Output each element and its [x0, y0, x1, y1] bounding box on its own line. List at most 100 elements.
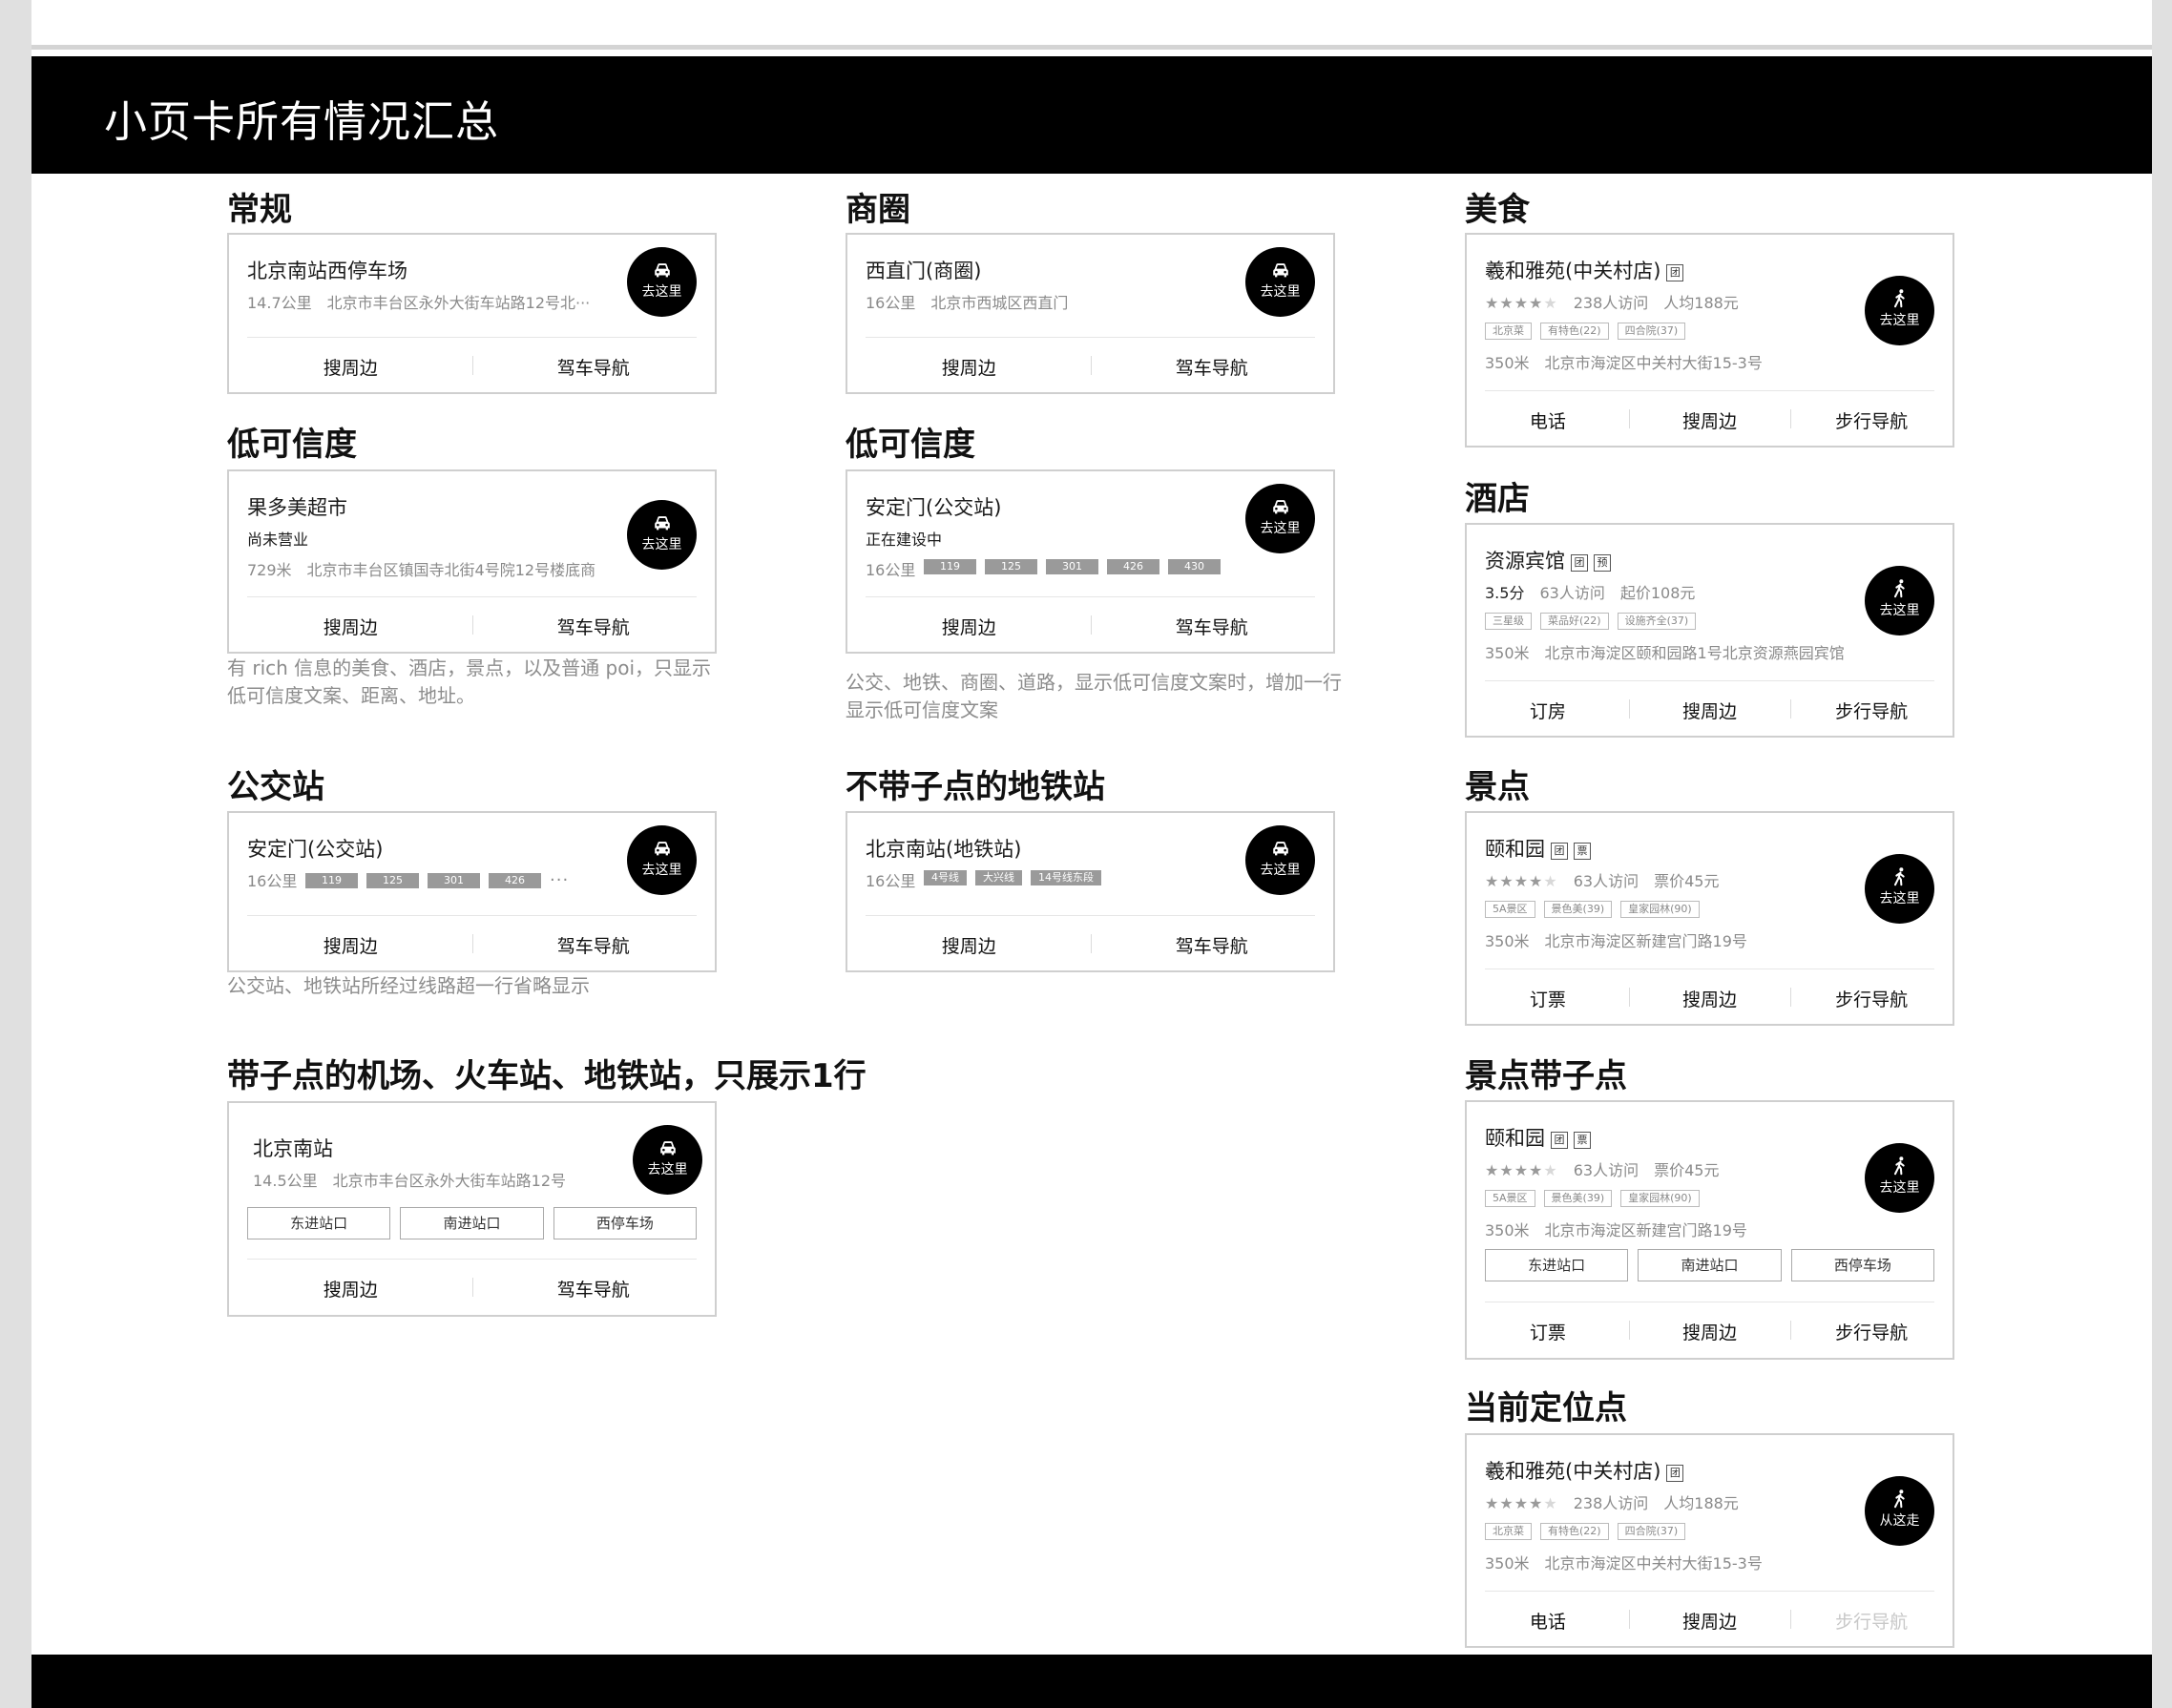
go-here-button[interactable]: 去这里 [1245, 825, 1315, 895]
go-here-button[interactable]: 去这里 [1865, 276, 1934, 345]
price: 起价108元 [1619, 584, 1696, 602]
search-nearby-button[interactable]: 搜周边 [229, 1276, 472, 1302]
card-business-district[interactable]: 西直门(商圈) 16公里 北京市西城区西直门 去这里 搜周边 驾车导航 [846, 233, 1335, 394]
search-nearby-button[interactable]: 搜周边 [229, 614, 472, 639]
tag: 景色美(39) [1543, 1190, 1613, 1207]
reserve-badge: 预 [1594, 554, 1611, 572]
card-actions: 搜周边 驾车导航 [229, 343, 715, 390]
card-station-with-subpoints[interactable]: 北京南站 14.5公里 北京市丰台区永外大街车站路12号 去这里 东进站口 南进站… [227, 1101, 717, 1317]
drive-navigation-button[interactable]: 驾车导航 [471, 614, 716, 639]
poi-name: 北京南站西停车场 [247, 260, 407, 282]
poi-tags: 三星级 菜品好(22) 设施齐全(37) [1485, 613, 1697, 630]
phone-button[interactable]: 电话 [1467, 407, 1629, 433]
line-chip: 大兴线 [975, 870, 1022, 885]
phone-button[interactable]: 电话 [1467, 1608, 1629, 1634]
drive-navigation-button[interactable]: 驾车导航 [471, 932, 716, 958]
walk-navigation-button[interactable]: 步行导航 [1790, 407, 1953, 433]
sub-point-button[interactable]: 南进站口 [1638, 1249, 1782, 1281]
poi-status: 尚未营业 [247, 531, 309, 549]
card-scenic[interactable]: 颐和园团票 ★★★★★ 63人访问 票价45元 5A景区 景色美(39) 皇家园林(… [1465, 811, 1954, 1026]
sub-point-button[interactable]: 东进站口 [1485, 1249, 1629, 1281]
card-actions: 订房 搜周边 步行导航 [1467, 686, 1953, 734]
search-nearby-button[interactable]: 搜周边 [847, 932, 1091, 958]
poi-meta: 729米 北京市丰台区镇国寺北街4号院12号楼底商 [247, 557, 595, 580]
go-here-button[interactable]: 去这里 [627, 500, 697, 570]
sub-point-button[interactable]: 西停车场 [553, 1207, 697, 1239]
search-nearby-button[interactable]: 搜周边 [1628, 986, 1791, 1011]
divider [247, 596, 697, 597]
walk-navigation-button[interactable]: 步行导航 [1790, 986, 1953, 1011]
go-here-button[interactable]: 去这里 [1245, 247, 1315, 317]
poi-address: 北京市西城区西直门 [930, 294, 1069, 312]
search-nearby-button[interactable]: 搜周边 [847, 614, 1091, 639]
drive-navigation-button[interactable]: 驾车导航 [471, 1276, 716, 1302]
card-subway-station[interactable]: 北京南站(地铁站) 16公里 4号线 大兴线 14号线东段 去这里 搜周边 驾车… [846, 811, 1335, 972]
poi-tags: 北京菜 有特色(22) 四合院(37) [1485, 323, 1686, 340]
sub-point-button[interactable]: 西停车场 [1790, 1249, 1934, 1281]
go-here-button[interactable]: 去这里 [1865, 1143, 1934, 1213]
car-icon [1270, 838, 1291, 859]
search-nearby-button[interactable]: 搜周边 [1628, 1319, 1791, 1344]
line-chip: 301 [1046, 559, 1098, 574]
visit-count: 238人访问 [1573, 1494, 1649, 1512]
go-here-button[interactable]: 去这里 [627, 825, 697, 895]
card-hotel[interactable]: 资源宾馆团预 3.5分 63人访问 起价108元 三星级 菜品好(22) 设施齐全(… [1465, 523, 1954, 738]
card-bus-stop[interactable]: 安定门(公交站) 16公里 119 125 301 426 ··· 去这里 搜周… [227, 811, 717, 972]
go-here-button[interactable]: 去这里 [627, 247, 697, 317]
card-low-confidence-poi[interactable]: 果多美超市 尚未营业 729米 北京市丰台区镇国寺北街4号院12号楼底商 去这里 … [227, 469, 717, 654]
section-title-low-confidence: 低可信度 [227, 426, 357, 464]
card-normal[interactable]: 北京南站西停车场 14.7公里 北京市丰台区永外大街车站路12号北··· 去这里 … [227, 233, 717, 394]
poi-meta: 350米 北京市海淀区中关村大街15-3号 [1485, 1551, 1763, 1573]
drive-navigation-button[interactable]: 驾车导航 [1090, 614, 1334, 639]
poi-address: 北京市海淀区新建宫门路19号 [1544, 1221, 1747, 1239]
search-nearby-button[interactable]: 搜周边 [1628, 1608, 1791, 1634]
go-here-button[interactable]: 去这里 [1865, 566, 1934, 635]
card-scenic-subpoints[interactable]: 颐和园团票 ★★★★★ 63人访问 票价45元 5A景区 景色美(39) 皇家园林(… [1465, 1100, 1954, 1360]
line-chip: 119 [924, 559, 976, 574]
search-nearby-button[interactable]: 搜周边 [1628, 698, 1791, 723]
poi-distance: 14.5公里 [253, 1172, 318, 1190]
walk-navigation-button[interactable]: 步行导航 [1790, 1319, 1953, 1344]
section-title-normal: 常规 [227, 191, 292, 229]
search-nearby-button[interactable]: 搜周边 [847, 354, 1091, 380]
divider [866, 596, 1315, 597]
book-ticket-button[interactable]: 订票 [1467, 986, 1629, 1011]
tag: 皇家园林(90) [1620, 901, 1700, 918]
poi-status: 正在建设中 [866, 531, 943, 549]
card-current-location[interactable]: 羲和雅苑(中关村店) 团 ★★★★★ 238人访问 人均188元 北京菜 有特色(22… [1465, 1433, 1954, 1648]
book-room-button[interactable]: 订房 [1467, 698, 1629, 723]
section-title-current-location: 当前定位点 [1465, 1389, 1627, 1427]
price: 票价45元 [1654, 1161, 1720, 1179]
poi-distance: 350米 [1485, 1554, 1530, 1573]
sub-point-button[interactable]: 东进站口 [247, 1207, 391, 1239]
go-here-button[interactable]: 去这里 [633, 1125, 702, 1195]
tag: 菜品好(22) [1540, 613, 1609, 630]
star-rating: ★★★★★ [1485, 294, 1558, 312]
card-low-confidence-transit[interactable]: 安定门(公交站) 正在建设中 16公里 119 125 301 426 430 … [846, 469, 1335, 654]
drive-navigation-button[interactable]: 驾车导航 [1090, 932, 1334, 958]
search-nearby-button[interactable]: 搜周边 [229, 932, 472, 958]
divider [1485, 1591, 1934, 1592]
drive-navigation-button[interactable]: 驾车导航 [471, 354, 716, 380]
search-nearby-button[interactable]: 搜周边 [1628, 407, 1791, 433]
drive-navigation-button[interactable]: 驾车导航 [1090, 354, 1334, 380]
poi-meta: 14.7公里 北京市丰台区永外大街车站路12号北··· [247, 290, 590, 313]
start-from-here-button[interactable]: 从这走 [1865, 1476, 1934, 1546]
poi-distance: 16公里 [866, 561, 916, 579]
book-ticket-button[interactable]: 订票 [1467, 1319, 1629, 1344]
search-nearby-button[interactable]: 搜周边 [229, 354, 472, 380]
card-food[interactable]: 羲和雅苑(中关村店) 团 ★★★★★ 238人访问 人均188元 北京菜 有特色(22… [1465, 233, 1954, 448]
card-actions: 订票 搜周边 步行导航 [1467, 974, 1953, 1022]
divider [247, 915, 697, 916]
poi-name: 果多美超市 [247, 496, 347, 519]
go-here-button[interactable]: 去这里 [1865, 854, 1934, 924]
poi-meta: 350米 北京市海淀区中关村大街15-3号 [1485, 350, 1763, 373]
hotel-score: 3.5分 [1485, 584, 1525, 602]
sub-point-button[interactable]: 南进站口 [400, 1207, 544, 1239]
section-title-low-confidence-transit: 低可信度 [846, 426, 975, 464]
poi-meta: 350米 北京市海淀区颐和园路1号北京资源燕园宾馆 [1485, 640, 1845, 663]
walk-navigation-button[interactable]: 步行导航 [1790, 698, 1953, 723]
go-here-button[interactable]: 去这里 [1245, 484, 1315, 553]
poi-meta: 350米 北京市海淀区新建宫门路19号 [1485, 1218, 1747, 1240]
card-actions: 搜周边 驾车导航 [847, 602, 1333, 650]
